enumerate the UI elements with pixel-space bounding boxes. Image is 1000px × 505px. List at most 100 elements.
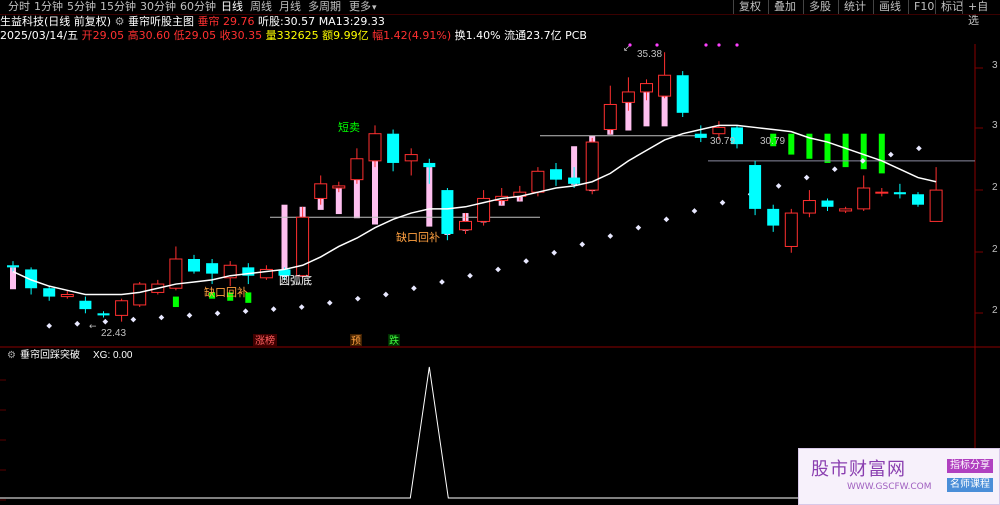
marker-dot bbox=[704, 43, 708, 47]
sar-dot bbox=[158, 314, 165, 321]
sar-dot bbox=[523, 258, 529, 264]
marker-dot bbox=[655, 43, 659, 47]
candle-body-down bbox=[676, 75, 689, 113]
candle-body-up bbox=[929, 189, 943, 222]
candle-body-down bbox=[97, 313, 110, 316]
signal-pink-bar bbox=[661, 96, 668, 127]
candle-body-up bbox=[712, 126, 726, 135]
sar-dot bbox=[831, 166, 838, 173]
right-axis-label: 2 bbox=[992, 244, 998, 255]
sub-settings-gear-icon[interactable]: ⚙ bbox=[7, 350, 16, 361]
watermark-tag-course: 名师课程 bbox=[947, 478, 993, 492]
watermark-url: WWW.GSCFW.COM bbox=[847, 482, 932, 492]
sar-dot bbox=[495, 266, 501, 273]
candle-body-up bbox=[784, 212, 798, 247]
candle-body-down bbox=[206, 263, 219, 274]
sar-dot bbox=[775, 183, 782, 189]
sar-dot bbox=[551, 249, 558, 256]
low-price-label: 22.43 bbox=[101, 328, 126, 339]
sar-dot bbox=[130, 316, 137, 323]
sar-dot bbox=[439, 279, 445, 285]
right-axis-label: 3 bbox=[992, 60, 998, 71]
candle-body-up bbox=[459, 220, 472, 231]
candle-body-down bbox=[767, 208, 780, 226]
low-arrow-icon: ← bbox=[89, 322, 97, 332]
candle-body-up bbox=[802, 200, 816, 214]
candle-body-down bbox=[912, 194, 924, 205]
candle-body-down bbox=[694, 133, 707, 138]
signal-green-bar bbox=[824, 133, 831, 163]
quekou-huibu-label: 缺口回补 bbox=[204, 285, 248, 299]
sar-dot bbox=[916, 145, 922, 152]
candle-body-down bbox=[893, 192, 906, 195]
candle-body-up bbox=[603, 103, 617, 131]
candle-body-up bbox=[404, 154, 418, 162]
candle-body-up bbox=[640, 83, 653, 93]
marker-dot bbox=[735, 43, 739, 47]
sar-dot bbox=[803, 174, 810, 181]
signal-pink-bar bbox=[353, 179, 360, 219]
ma13-line bbox=[12, 124, 937, 296]
xg-value: 0.00 bbox=[113, 350, 133, 361]
candle-body-down bbox=[79, 300, 92, 310]
candle-body-up bbox=[350, 158, 364, 181]
marker-dot bbox=[628, 43, 632, 47]
sar-dot bbox=[242, 308, 249, 315]
yu-text: 预 bbox=[351, 335, 361, 347]
watermark-title: 股市财富网 bbox=[811, 459, 906, 480]
sar-dot bbox=[46, 322, 53, 329]
signal-green-bar bbox=[842, 133, 849, 168]
signal-green-bar bbox=[878, 133, 885, 174]
high-price-label: 35.38 bbox=[637, 49, 662, 60]
yuanhudi-label: 圆弧底 bbox=[279, 273, 312, 287]
signal-green-bar bbox=[860, 133, 867, 170]
sar-dot bbox=[383, 291, 389, 298]
signal-pink-bar bbox=[372, 160, 378, 225]
sub-indicator-title[interactable]: 垂帘回踩突破 bbox=[20, 348, 80, 361]
sar-dot bbox=[691, 208, 698, 214]
candle-body-down bbox=[188, 259, 200, 272]
sar-dot bbox=[326, 300, 333, 306]
line-price-label: 30.79 bbox=[710, 136, 735, 147]
candle-body-up bbox=[875, 191, 889, 194]
sar-dot bbox=[888, 151, 894, 158]
candle-body-up bbox=[621, 91, 635, 103]
signal-green-bar bbox=[172, 296, 179, 308]
candle-body-up bbox=[531, 170, 545, 193]
candle-body-down bbox=[441, 190, 454, 234]
candle-body-down bbox=[43, 288, 56, 297]
xg-label: XG: bbox=[93, 350, 110, 361]
candle-body-up bbox=[658, 74, 672, 97]
marker-dot bbox=[717, 43, 721, 47]
kline-chart[interactable]: 3 3 2 2 2 35.38 ↙ ← 22.43 30.79 30.79 短卖… bbox=[0, 0, 1000, 505]
sar-dot bbox=[719, 199, 726, 206]
candle-body-down bbox=[25, 269, 38, 289]
candle-body-up bbox=[133, 283, 147, 306]
candle-body-up bbox=[60, 294, 74, 298]
sar-dot bbox=[102, 318, 109, 325]
sar-dot bbox=[411, 285, 417, 292]
candle-body-down bbox=[423, 162, 436, 168]
watermark-tag-indicator: 指标分享 bbox=[947, 459, 993, 473]
candle-body-up bbox=[314, 183, 328, 199]
sar-dot bbox=[214, 310, 221, 317]
signal-green-bar bbox=[788, 133, 795, 155]
quekou-huibu-label-2: 缺口回补 bbox=[396, 230, 440, 244]
zhangting-text: 涨榜 bbox=[255, 334, 275, 347]
candle-body-down bbox=[7, 265, 19, 268]
candle-body-up bbox=[368, 133, 382, 162]
right-axis-labels: 3 3 2 2 2 bbox=[992, 60, 998, 316]
candle-body-up bbox=[115, 300, 129, 316]
candle-body-down bbox=[550, 169, 562, 180]
sar-dot bbox=[607, 233, 614, 239]
sar-dot bbox=[298, 304, 305, 310]
die-text: 跌 bbox=[389, 334, 399, 347]
sar-dot bbox=[579, 241, 586, 248]
sar-dot bbox=[270, 306, 277, 312]
top-marker-dots bbox=[628, 43, 739, 47]
grid-lines bbox=[0, 67, 983, 501]
candle-body-down bbox=[387, 133, 400, 163]
candle-body-down bbox=[821, 200, 834, 207]
candle-body-up bbox=[839, 208, 853, 212]
line-price-label-2: 30.79 bbox=[760, 136, 785, 147]
